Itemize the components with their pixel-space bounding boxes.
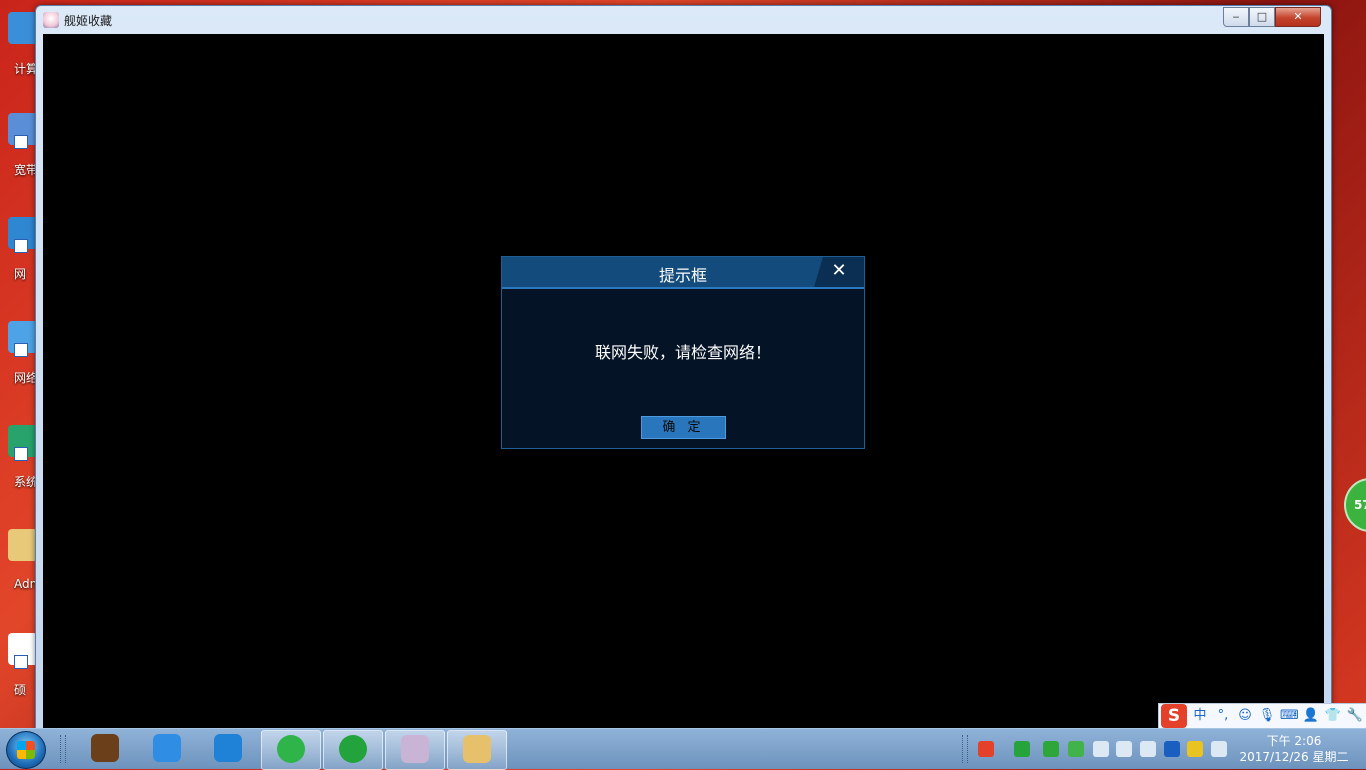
- paint-icon: [463, 735, 491, 763]
- app-icon: [43, 12, 59, 28]
- clock-time: 下午 2:06: [1266, 734, 1322, 748]
- network-tray-icon[interactable]: [1116, 741, 1132, 757]
- sogou-logo-icon[interactable]: S: [1161, 704, 1187, 728]
- smiley-tray-icon[interactable]: [1187, 741, 1203, 757]
- desktop-icon-label: 网: [14, 267, 27, 281]
- window-titlebar[interactable]: 舰姬收藏 ‒ □ ✕: [36, 6, 1331, 34]
- clock-date: 2017/12/26 星期二: [1239, 750, 1349, 764]
- close-window-button[interactable]: ✕: [1275, 7, 1321, 27]
- ie-browser-icon: [277, 735, 305, 763]
- bluetooth-icon[interactable]: [1164, 741, 1180, 757]
- ime-toolbar: S 中 °, ☺ 🎙 ⌨ 👤 👕 🔧: [1158, 703, 1366, 729]
- taskbar-button[interactable]: [385, 730, 445, 770]
- wifi-tray-icon[interactable]: [1014, 741, 1030, 757]
- ime-keyboard-icon[interactable]: ⌨: [1280, 707, 1299, 725]
- taskbar-button[interactable]: [323, 730, 383, 770]
- shortcut-arrow-icon: [14, 343, 28, 357]
- shortcut-arrow-icon: [14, 655, 28, 669]
- confirm-button[interactable]: 确 定: [641, 416, 726, 439]
- dialog-title: 提示框: [658, 266, 707, 285]
- dialog-header: 提示框 ✕: [502, 257, 864, 289]
- baidu-cloud-icon: [153, 734, 181, 762]
- shortcut-arrow-icon: [14, 239, 28, 253]
- sogou-tray-icon[interactable]: [978, 741, 994, 757]
- taskbar-button[interactable]: [199, 730, 257, 768]
- taskbar-grip[interactable]: [60, 735, 66, 763]
- taskbar-button[interactable]: [261, 730, 321, 770]
- taskbar-button[interactable]: [138, 730, 196, 768]
- taskbar-button[interactable]: [447, 730, 507, 770]
- usb-tray-icon[interactable]: [1211, 741, 1227, 757]
- alert-dialog: 提示框 ✕ 联网失败，请检查网络！ 确 定: [501, 256, 865, 449]
- hearthstone-icon: [91, 734, 119, 762]
- ime-emoji-icon[interactable]: ☺: [1236, 707, 1254, 725]
- taskbar-button[interactable]: [76, 730, 134, 768]
- dialog-message: 联网失败，请检查网络！: [594, 343, 771, 362]
- shield-tray-icon[interactable]: [1043, 741, 1059, 757]
- windows-logo-icon: [17, 741, 35, 759]
- desktop-icon-label: 硕: [14, 683, 27, 697]
- volume-icon[interactable]: [1093, 741, 1109, 757]
- window-title: 舰姬收藏: [64, 14, 113, 28]
- ime-voice-icon[interactable]: 🎙: [1258, 707, 1276, 725]
- clock[interactable]: 下午 2:06 2017/12/26 星期二: [1238, 733, 1350, 765]
- game-girl-icon: [401, 735, 429, 763]
- minimize-button[interactable]: ‒: [1223, 7, 1249, 27]
- taskbar: 下午 2:06 2017/12/26 星期二: [0, 728, 1366, 770]
- shortcut-arrow-icon: [14, 135, 28, 149]
- start-button[interactable]: [6, 731, 46, 769]
- user-folder-icon: [8, 529, 38, 561]
- computer-icon: [8, 12, 38, 44]
- green-e-tray-icon[interactable]: [1068, 741, 1084, 757]
- monitor-tray-icon[interactable]: [1140, 741, 1156, 757]
- wifi-share-icon: [339, 735, 367, 763]
- ime-settings-icon[interactable]: 🔧: [1346, 707, 1364, 725]
- ime-user-icon[interactable]: 👤: [1302, 707, 1320, 725]
- floating-ball-widget[interactable]: 57: [1344, 478, 1366, 532]
- message-bird-icon: [214, 734, 242, 762]
- ime-skin-icon[interactable]: 👕: [1324, 707, 1342, 725]
- ime-punctuation[interactable]: °,: [1214, 707, 1232, 725]
- maximize-button[interactable]: □: [1249, 7, 1275, 27]
- shortcut-arrow-icon: [14, 447, 28, 461]
- ime-chinese-mode[interactable]: 中: [1191, 707, 1209, 725]
- tray-grip[interactable]: [962, 735, 968, 763]
